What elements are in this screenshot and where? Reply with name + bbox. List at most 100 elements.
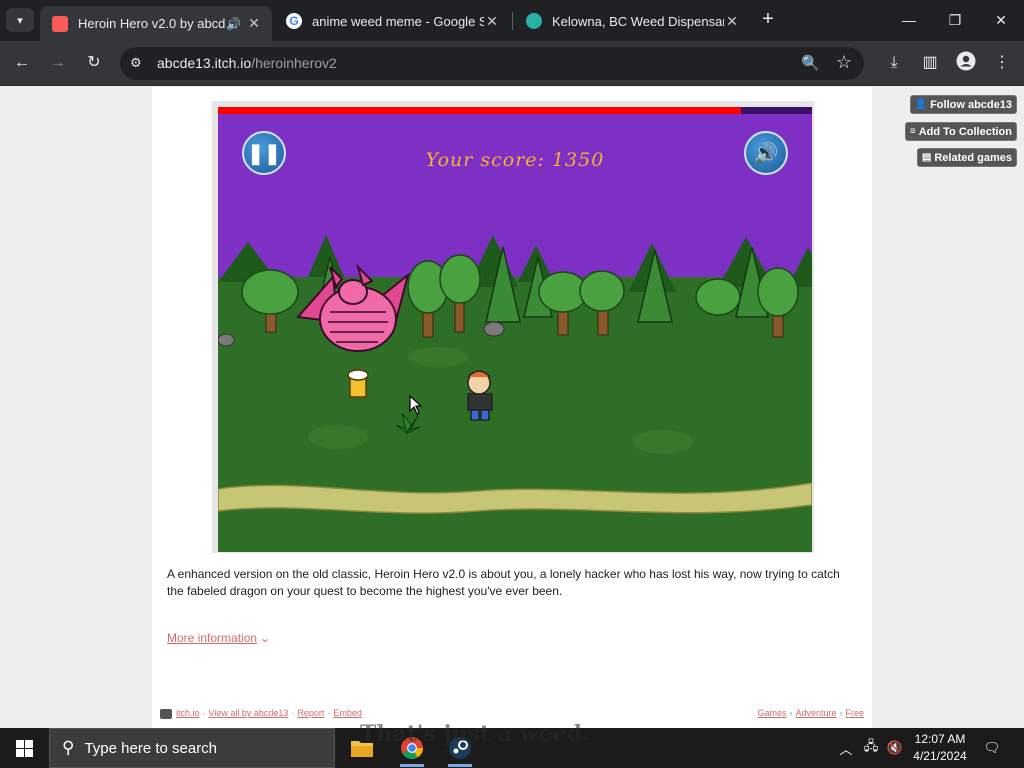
page-viewport: ❚❚ Your score: 1350 🔊 A enhanced version… <box>0 87 1024 728</box>
chevron-down-icon: ▾ <box>17 14 23 27</box>
game-canvas[interactable]: ❚❚ Your score: 1350 🔊 <box>218 107 812 552</box>
tab-google-search[interactable]: G anime weed meme - Google Search ✕ <box>274 6 510 36</box>
tab-search-button[interactable]: ▾ <box>6 8 34 32</box>
tray-overflow-button[interactable]: ︿ <box>836 728 856 768</box>
menu-button[interactable]: ⋮ <box>990 51 1014 75</box>
taskbar-clock[interactable]: 12:07 AM 4/21/2024 <box>906 731 974 765</box>
windows-logo-icon-part <box>24 748 33 757</box>
notification-icon: 🗨 <box>983 740 1001 755</box>
add-to-collection-button[interactable]: ≡ Add To Collection <box>904 122 1017 141</box>
sound-button[interactable]: 🔊 <box>744 131 788 175</box>
speaker-icon[interactable]: 🔊 <box>226 17 241 31</box>
more-information-label: More information <box>167 631 258 645</box>
arrow-left-icon: ← <box>14 54 30 71</box>
plus-icon: + <box>762 8 774 30</box>
games-link[interactable]: Games <box>757 708 786 718</box>
free-link[interactable]: Free <box>845 708 864 718</box>
mouse-cursor-icon <box>409 395 423 415</box>
downloads-button[interactable]: ⤓ <box>882 51 906 75</box>
taskbar-search-input[interactable] <box>84 739 305 757</box>
taskbar-search[interactable]: ⚲ <box>49 728 335 768</box>
speaker-icon: 🔊 <box>753 142 779 165</box>
embed-link[interactable]: Embed <box>333 708 362 718</box>
adventure-link[interactable]: Adventure <box>795 708 836 718</box>
footer-separator: · <box>291 708 295 718</box>
google-favicon-icon: G <box>286 13 302 29</box>
url-path: /heroinherov2 <box>251 55 337 71</box>
footer-breadcrumb: Games › Adventure › Free <box>757 708 864 718</box>
game-page-column: ❚❚ Your score: 1350 🔊 A enhanced version… <box>152 87 872 728</box>
follow-label: Follow abcde13 <box>930 98 1012 111</box>
tab-heroin-hero[interactable]: Heroin Hero v2.0 by abcde13 🔊 ✕ <box>40 6 272 41</box>
footer-separator: · <box>202 708 206 718</box>
map-icon: ▤ <box>921 152 932 163</box>
score-display: Your score: 1350 <box>425 149 605 171</box>
view-all-link[interactable]: View all by abcde13 <box>209 708 289 718</box>
tab-strip: ▾ Heroin Hero v2.0 by abcde13 🔊 ✕ G anim… <box>0 0 1024 41</box>
side-panel-button[interactable]: ▥ <box>918 51 942 75</box>
game-embed-frame: ❚❚ Your score: 1350 🔊 <box>212 101 814 553</box>
dispensary-favicon-icon <box>526 13 542 29</box>
start-button[interactable] <box>0 728 48 768</box>
close-icon: ✕ <box>995 12 1007 28</box>
network-button[interactable]: 🖧 <box>860 728 882 768</box>
site-info-icon[interactable]: ⚙ <box>130 55 142 71</box>
close-window-button[interactable]: ✕ <box>978 8 1024 32</box>
tab-separator <box>512 12 513 30</box>
url-host: abcde13.itch.io <box>157 55 252 71</box>
close-tab-icon[interactable]: ✕ <box>246 15 262 32</box>
report-link[interactable]: Report <box>297 708 324 718</box>
breadcrumb-separator: › <box>839 708 843 718</box>
clock-date: 4/21/2024 <box>913 749 967 763</box>
notifications-button[interactable]: 🗨 <box>980 728 1004 768</box>
footer-left-links: itch.io · View all by abcde13 · Report · Embed <box>160 708 362 719</box>
add-list-icon: ≡ <box>909 126 916 137</box>
breadcrumb-separator: › <box>789 708 793 718</box>
related-games-button[interactable]: ▤ Related games <box>916 148 1017 167</box>
new-tab-button[interactable]: + <box>756 8 780 32</box>
follow-button[interactable]: 👤 Follow abcde13 <box>909 95 1017 114</box>
chevron-up-icon: ︿ <box>839 741 853 757</box>
windows-logo-icon-part <box>15 748 24 757</box>
footer-separator: · <box>327 708 331 718</box>
download-icon: ⤓ <box>890 54 898 71</box>
zoom-icon[interactable]: 🔍 <box>801 54 820 72</box>
itchio-logo-icon <box>160 708 172 719</box>
url-text[interactable]: abcde13.itch.io/heroinherov2 <box>157 55 337 71</box>
clock-time: 12:07 AM <box>914 732 966 746</box>
more-information-link[interactable]: More information ⌄ <box>167 631 270 645</box>
restore-button[interactable]: ❐ <box>932 8 978 32</box>
close-tab-icon[interactable]: ✕ <box>484 13 500 30</box>
profile-button[interactable] <box>954 51 978 75</box>
game-scene <box>218 107 812 552</box>
itchio-link[interactable]: itch.io <box>176 708 200 718</box>
back-button[interactable]: ← <box>10 51 34 75</box>
profile-icon <box>956 51 976 71</box>
arrow-right-icon: → <box>50 54 66 71</box>
dragon-health-bar <box>218 107 812 114</box>
reload-icon: ↻ <box>87 54 101 71</box>
volume-button[interactable]: 🔇 <box>884 728 906 768</box>
side-panel-icon: ▥ <box>922 54 938 71</box>
search-icon: ⚲ <box>62 738 75 757</box>
add-user-icon: 👤 <box>914 99 928 110</box>
close-tab-icon[interactable]: ✕ <box>724 13 740 30</box>
tab-kelowna-dispensaries[interactable]: Kelowna, BC Weed Dispensaries ✕ <box>514 6 750 36</box>
tab-title: anime weed meme - Google Search <box>312 13 484 29</box>
forward-button[interactable]: → <box>46 51 70 75</box>
chevron-down-icon: ⌄ <box>260 631 271 645</box>
address-bar[interactable]: ⚙ abcde13.itch.io/heroinherov2 🔍 ☆ <box>120 47 864 80</box>
game-description: A enhanced version on the old classic, H… <box>167 567 840 598</box>
itchio-favicon-icon <box>52 15 68 32</box>
windows-logo-icon <box>15 739 24 748</box>
bookmark-star-icon[interactable]: ☆ <box>836 52 852 73</box>
minimize-button[interactable]: — <box>886 8 932 32</box>
related-label: Related games <box>934 151 1012 164</box>
minimize-icon: — <box>902 12 916 28</box>
volume-muted-icon: 🔇 <box>886 740 904 755</box>
restore-icon: ❐ <box>948 12 962 28</box>
network-icon: 🖧 <box>863 738 879 753</box>
reload-button[interactable]: ↻ <box>82 51 106 75</box>
tab-title: Heroin Hero v2.0 by abcde13 <box>78 16 226 31</box>
kebab-menu-icon: ⋮ <box>994 54 1010 71</box>
